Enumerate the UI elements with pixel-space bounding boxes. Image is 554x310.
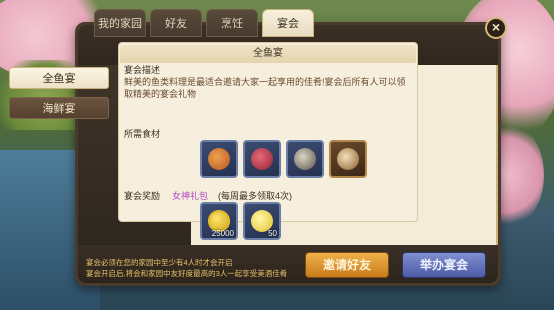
tab-cooking[interactable]: 烹饪: [206, 9, 258, 37]
tab-banquet[interactable]: 宴会: [262, 9, 314, 37]
ingredient-slot[interactable]: [243, 140, 281, 178]
reward-slot[interactable]: 50: [243, 202, 281, 240]
reward-note: (每周最多领取4次): [218, 191, 292, 201]
close-button[interactable]: ×: [485, 17, 507, 39]
fish-dish-icon: [208, 148, 230, 170]
description-label: 宴会描述: [124, 65, 161, 75]
ingredient-slot[interactable]: [200, 140, 238, 178]
ingredients-label: 所需食材: [124, 129, 161, 139]
banquet-title: 全鱼宴: [120, 45, 416, 63]
close-icon: ×: [491, 19, 501, 35]
tab-friends[interactable]: 好友: [150, 9, 202, 37]
sidebar-item-seafood-banquet[interactable]: 海鲜宴: [9, 97, 109, 119]
description-text: 鲜美的鱼类料理是最适合邀请大家一起享用的佳肴!宴会后所有人可以领取精美的宴会礼物: [124, 77, 406, 99]
reward-slot[interactable]: 25000: [200, 202, 238, 240]
reward-quantity: 50: [268, 229, 277, 238]
footer-note-party: 宴会开启后,将会和家园中友好度最高的3人一起享受美酒佳肴: [86, 269, 288, 278]
ingredient-slot[interactable]: [286, 140, 324, 178]
fish-bowl-icon: [294, 148, 316, 170]
footer-note-min-players: 宴会必须在您的家园中至少有4人时才会开启: [86, 258, 233, 267]
stew-bowl-icon: [337, 148, 359, 170]
sidebar-item-fish-banquet[interactable]: 全鱼宴: [9, 67, 109, 89]
ingredient-slot[interactable]: [329, 140, 367, 178]
reward-name: 女神礼包: [172, 191, 209, 201]
reward-label: 宴会奖励: [124, 191, 161, 201]
reward-quantity: 25000: [211, 229, 234, 238]
tab-my-home[interactable]: 我的家园: [94, 9, 146, 37]
invite-friends-button[interactable]: 邀请好友: [305, 252, 389, 278]
potion-dish-icon: [251, 148, 273, 170]
host-banquet-button[interactable]: 举办宴会: [402, 252, 486, 278]
